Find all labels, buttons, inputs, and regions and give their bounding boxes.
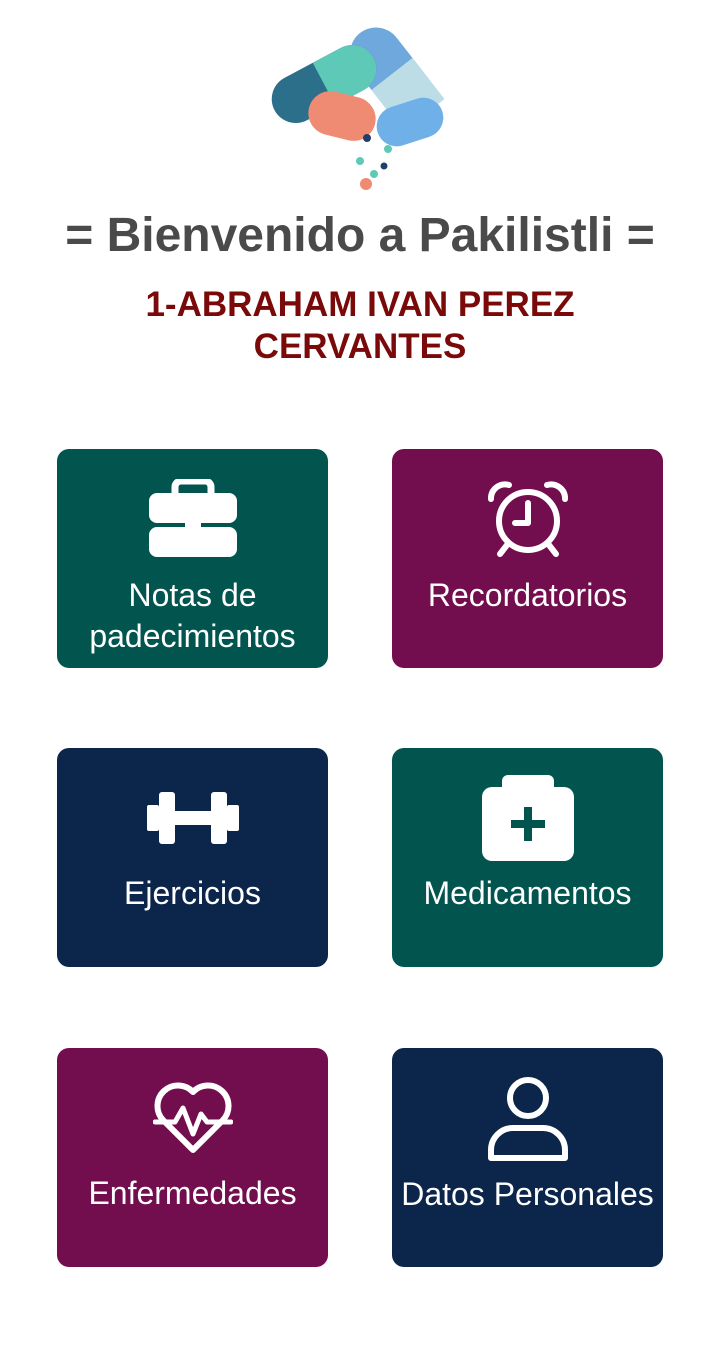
pills-logo	[271, 27, 445, 190]
tile-label: Enfermedades	[88, 1175, 297, 1211]
medical-kit-icon	[57, 479, 328, 559]
tile-label: Datos Personales	[401, 1176, 654, 1212]
recordatorios-button[interactable]: Recordatorios	[392, 449, 663, 668]
enfermedades-button[interactable]: Enfermedades	[57, 1048, 328, 1267]
medicamentos-button[interactable]: Medicamentos	[392, 748, 663, 967]
heartbeat-icon	[57, 1080, 328, 1154]
datos-personales-button[interactable]: Datos Personales	[392, 1048, 663, 1267]
dumbbell-icon	[57, 790, 328, 846]
user-name: 1-ABRAHAM IVAN PEREZ CERVANTES	[145, 285, 575, 366]
tile-label: Ejercicios	[124, 875, 261, 911]
first-aid-kit-icon	[392, 775, 663, 861]
welcome-title: = Bienvenido a Pakilistli =	[65, 209, 655, 262]
alarm-clock-icon	[392, 481, 663, 557]
user-icon	[392, 1076, 663, 1162]
tile-label: Notas de padecimientos	[89, 577, 296, 654]
notas-padecimientos-button[interactable]: Notas de padecimientos	[57, 449, 328, 668]
ejercicios-button[interactable]: Ejercicios	[57, 748, 328, 967]
tile-label: Recordatorios	[427, 577, 628, 613]
tile-label: Medicamentos	[423, 875, 632, 911]
